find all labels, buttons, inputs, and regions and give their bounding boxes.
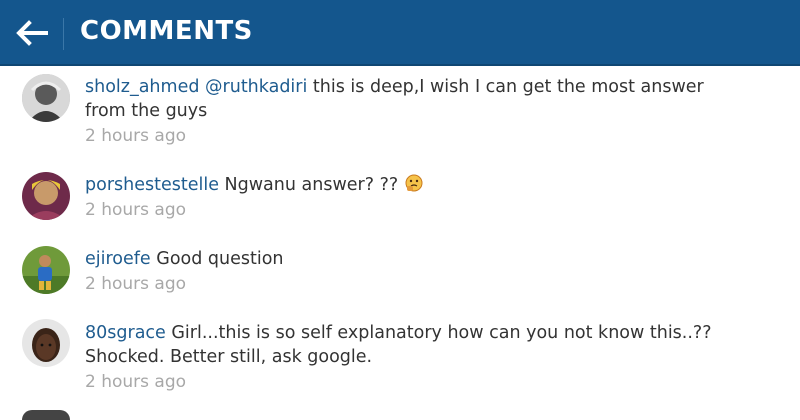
comment-text: 80sgrace Girl...this is so self explanat… bbox=[85, 321, 750, 369]
avatar[interactable] bbox=[22, 246, 70, 294]
comment-username[interactable]: sholz_ahmed bbox=[85, 77, 199, 97]
avatar[interactable] bbox=[22, 319, 70, 367]
avatar[interactable] bbox=[22, 74, 70, 122]
comment-text: porshestestelle Ngwanu answer? ?? bbox=[85, 173, 750, 200]
comment-username[interactable]: ejiroefe bbox=[85, 249, 151, 269]
page-title: COMMENTS bbox=[80, 16, 253, 46]
thinking-face-emoji-icon bbox=[404, 173, 424, 200]
comment-timestamp: 2 hours ago bbox=[85, 126, 187, 146]
comment-timestamp: 2 hours ago bbox=[85, 274, 187, 294]
app-header: COMMENTS bbox=[0, 0, 800, 66]
header-divider bbox=[63, 18, 64, 50]
comment-username[interactable]: porshestestelle bbox=[85, 175, 219, 195]
comment-timestamp: 2 hours ago bbox=[85, 372, 187, 392]
comment-text: ejiroefe Good question bbox=[85, 247, 750, 271]
comment-body: Good question bbox=[150, 249, 284, 269]
arrow-left-icon bbox=[16, 20, 48, 46]
avatar[interactable] bbox=[22, 410, 70, 420]
comment-username[interactable]: 80sgrace bbox=[85, 323, 166, 343]
comment-body: Girl...this is so self explanatory how c… bbox=[85, 323, 712, 367]
avatar[interactable] bbox=[22, 172, 70, 220]
comment-body: Ngwanu answer? ?? bbox=[218, 175, 399, 195]
comment-timestamp: 2 hours ago bbox=[85, 200, 187, 220]
comment-mention[interactable]: @ruthkadiri bbox=[205, 77, 307, 97]
comment-text: sholz_ahmed @ruthkadiri this is deep,I w… bbox=[85, 75, 750, 123]
back-button[interactable] bbox=[0, 0, 64, 66]
